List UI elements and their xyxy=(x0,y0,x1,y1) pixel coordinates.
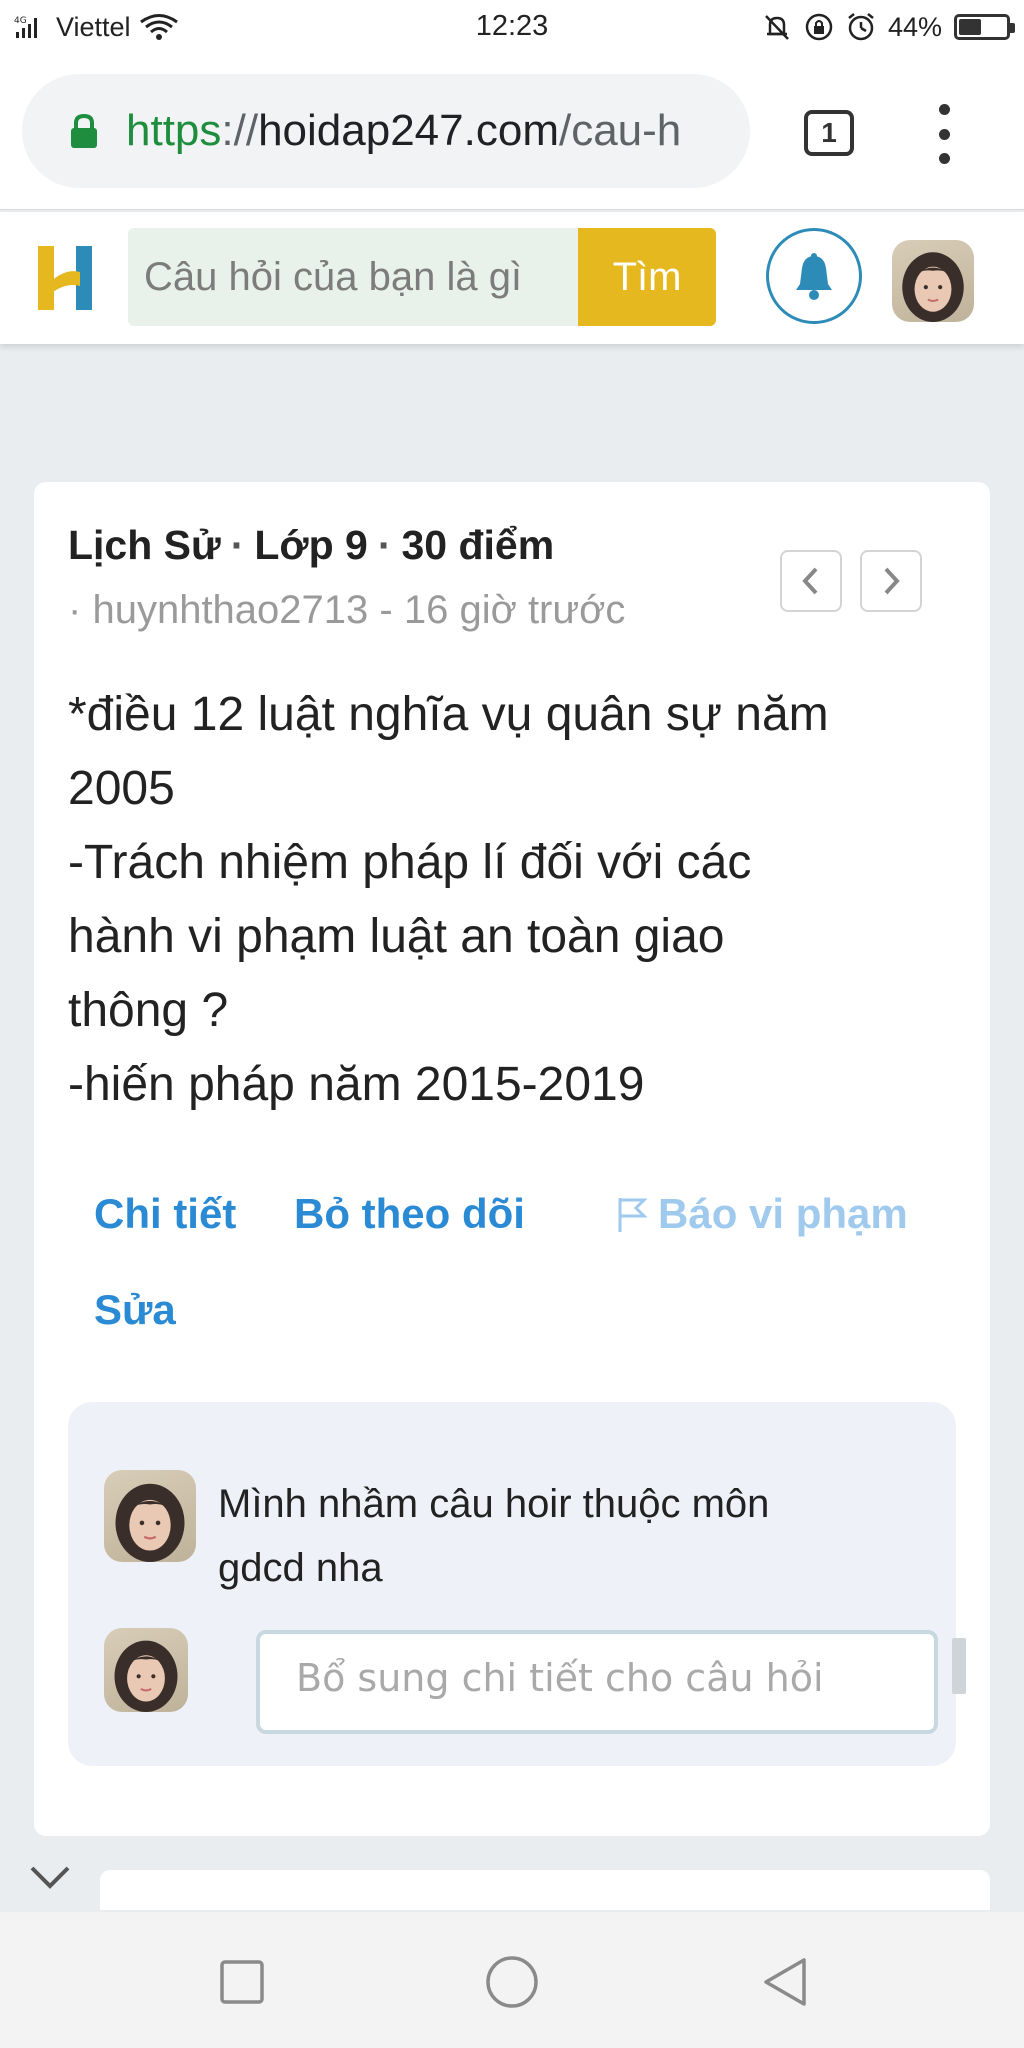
status-right: 44% xyxy=(762,10,1015,44)
triangle-back-icon[interactable] xyxy=(758,1954,814,2010)
mute-bell-icon xyxy=(765,15,789,40)
user-avatar[interactable] xyxy=(892,240,974,322)
url-separator: :// xyxy=(221,106,259,155)
chevron-left-icon xyxy=(802,567,818,595)
question-line: hành vi phạm luật an toàn giao xyxy=(68,910,725,963)
menu-dot xyxy=(938,104,950,115)
detail-link[interactable]: Chi tiết xyxy=(94,1190,236,1238)
bullet-dot: · xyxy=(68,588,82,632)
separator-dot: · xyxy=(377,522,392,568)
separator-dot: · xyxy=(230,522,245,568)
browser-toolbar: https://hoidap247.com/cau-h 1 xyxy=(0,52,1024,210)
posted-time: 16 giờ trước xyxy=(403,588,626,632)
comment-input-scrollbar[interactable] xyxy=(952,1638,966,1694)
next-question-button[interactable] xyxy=(860,550,922,612)
comment-text: Mình nhầm câu hoir thuộc môn gdcd nha xyxy=(218,1472,918,1600)
points-label: 30 điểm xyxy=(401,522,555,568)
menu-dot xyxy=(938,128,950,140)
status-bar: 4G Viettel 12:23 44% xyxy=(0,0,1024,52)
next-question-card xyxy=(100,1870,990,1910)
previous-question-button[interactable] xyxy=(780,550,842,612)
browser-menu-button[interactable] xyxy=(930,104,958,164)
question-body: *điều 12 luật nghĩa vụ quân sự năm 2005 … xyxy=(68,678,948,1122)
notifications-button[interactable] xyxy=(766,228,862,324)
tab-switcher-button[interactable]: 1 xyxy=(804,110,854,156)
bell-icon xyxy=(796,253,832,300)
url-text: https://hoidap247.com/cau-h xyxy=(126,106,681,156)
avatar-photo xyxy=(902,252,964,322)
question-meta: Lịch Sử · Lớp 9 · 30 điểm xyxy=(68,522,554,569)
battery-percent: 44% xyxy=(887,11,942,42)
question-card: Lịch Sử · Lớp 9 · 30 điểm · huynhthao2713 - … xyxy=(34,482,990,1836)
report-label: Báo vi phạm xyxy=(658,1190,908,1237)
question-line: -hiến pháp năm 2015-2019 xyxy=(68,1058,645,1111)
avatar-photo xyxy=(114,1640,178,1712)
question-line: -Trách nhiệm pháp lí đối với các xyxy=(68,836,752,889)
rotation-lock-icon xyxy=(805,13,833,41)
alarm-icon xyxy=(848,13,874,41)
author-name[interactable]: huynhthao2713 xyxy=(92,588,368,632)
comment-input[interactable] xyxy=(256,1630,938,1734)
author-separator: - xyxy=(379,588,393,632)
comments-section: Mình nhầm câu hoir thuộc môn gdcd nha xyxy=(68,1402,966,1766)
chevron-down-icon[interactable] xyxy=(28,1862,72,1892)
chevron-right-icon xyxy=(884,567,900,595)
menu-dot xyxy=(938,153,950,164)
battery-level xyxy=(959,19,981,35)
flag-icon xyxy=(618,1198,648,1232)
system-navigation-bar xyxy=(0,1912,1024,2048)
subject-label[interactable]: Lịch Sử xyxy=(68,522,221,568)
search-input[interactable] xyxy=(128,228,578,326)
question-author-line: · huynhthao2713 - 16 giờ trước xyxy=(68,588,625,633)
url-path: /cau-h xyxy=(558,106,682,155)
battery-icon xyxy=(954,14,1015,40)
comment-line: gdcd nha xyxy=(218,1546,383,1590)
question-line: *điều 12 luật nghĩa vụ quân sự năm xyxy=(68,688,829,741)
lock-icon xyxy=(71,113,97,148)
grade-label[interactable]: Lớp 9 xyxy=(254,522,367,568)
circle-icon[interactable] xyxy=(484,1954,540,2010)
address-bar[interactable]: https://hoidap247.com/cau-h xyxy=(22,74,750,188)
report-link[interactable]: Báo vi phạm xyxy=(614,1190,908,1238)
question-line: thông ? xyxy=(68,984,229,1037)
site-logo[interactable] xyxy=(32,242,98,314)
search-button[interactable]: Tìm xyxy=(578,228,716,326)
current-user-avatar xyxy=(104,1628,188,1712)
unfollow-link[interactable]: Bỏ theo dõi xyxy=(294,1190,525,1238)
comment-line: Mình nhầm câu hoir thuộc môn xyxy=(218,1482,770,1526)
url-host: hoidap247.com xyxy=(258,106,559,155)
square-icon[interactable] xyxy=(214,1954,270,2010)
url-scheme: https xyxy=(126,106,222,155)
question-line: 2005 xyxy=(68,762,175,815)
commenter-avatar[interactable] xyxy=(104,1470,196,1562)
avatar-photo xyxy=(115,1483,185,1562)
site-header: Tìm xyxy=(0,212,1024,344)
edit-link[interactable]: Sửa xyxy=(94,1286,176,1334)
